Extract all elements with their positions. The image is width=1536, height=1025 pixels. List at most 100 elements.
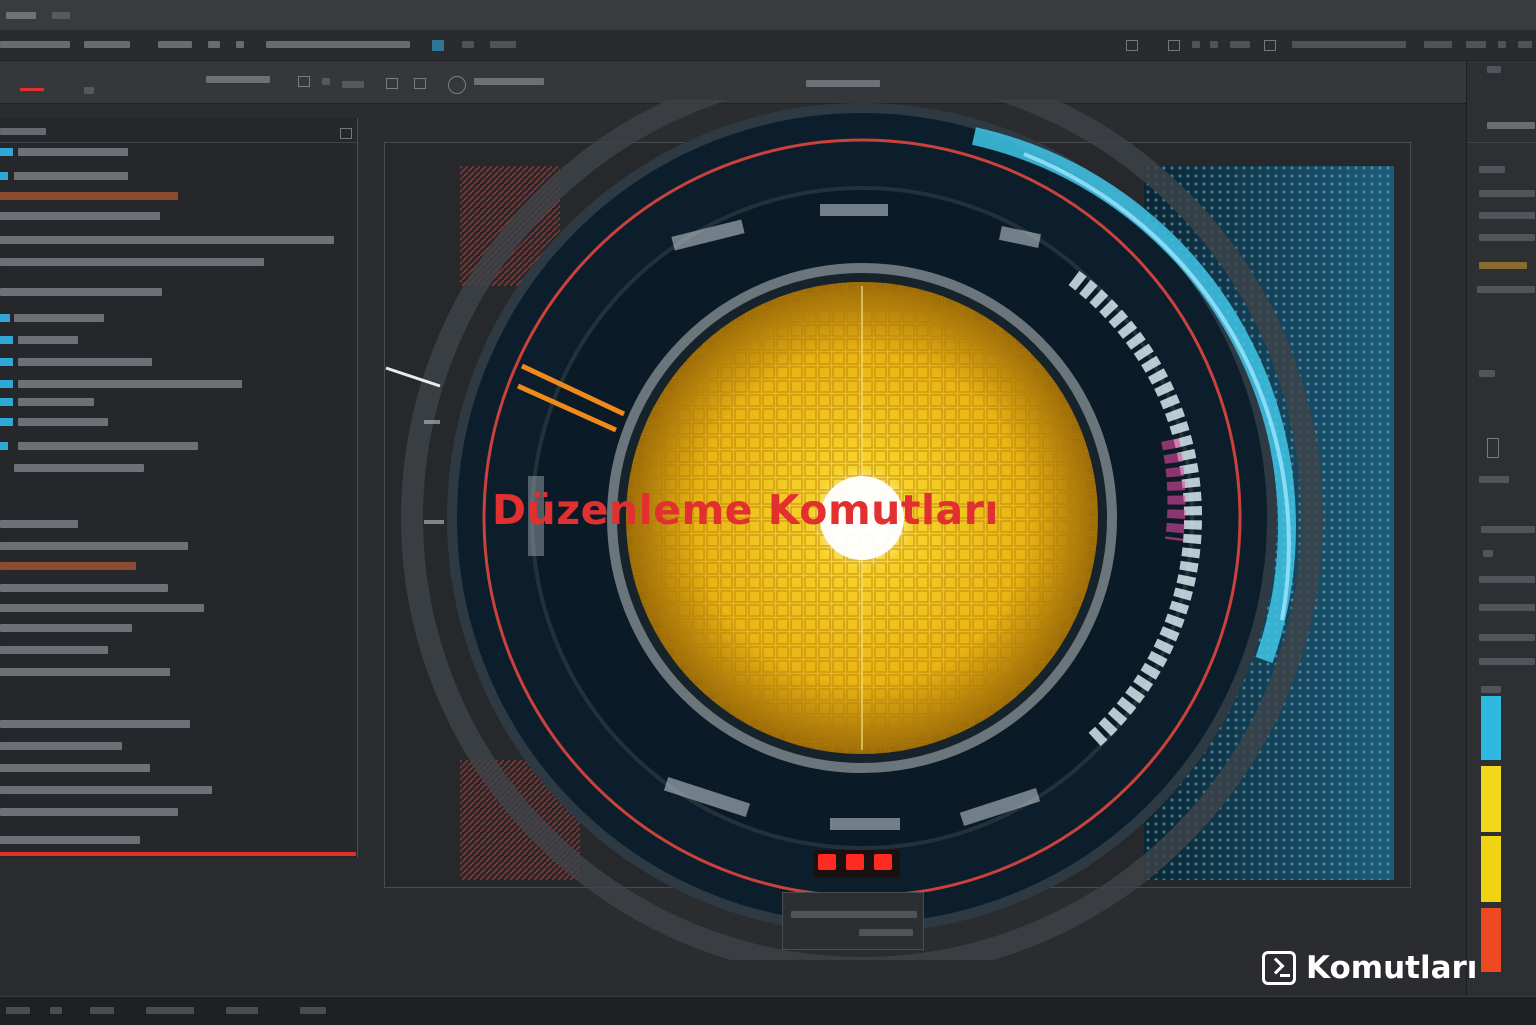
list-item[interactable] (0, 258, 357, 266)
list-item[interactable] (0, 720, 357, 728)
property-row[interactable] (1479, 604, 1535, 611)
list-item[interactable] (0, 742, 357, 750)
snap-icon[interactable] (414, 78, 426, 89)
list-item[interactable] (0, 604, 357, 612)
rotate-icon[interactable] (342, 81, 364, 88)
brand-text: Komutları (1306, 950, 1478, 986)
panel-title (0, 128, 46, 135)
panel-pin-icon[interactable] (1487, 66, 1501, 73)
color-swatch-gold[interactable] (1481, 836, 1501, 902)
page-title: Düzenleme Komutları (492, 486, 999, 534)
title-menu-icon[interactable] (52, 12, 70, 19)
list-item[interactable] (0, 398, 357, 406)
menu-item-insert[interactable] (208, 41, 220, 48)
list-item[interactable] (0, 584, 357, 592)
property-row[interactable] (1479, 190, 1535, 197)
menu-item-tools[interactable] (266, 41, 410, 48)
list-item[interactable] (0, 442, 357, 450)
menu-record-icon[interactable] (432, 40, 444, 51)
minimize-icon[interactable] (1498, 41, 1506, 48)
color-swatch-cyan[interactable] (1481, 696, 1501, 760)
tool-icon[interactable] (1192, 41, 1200, 48)
viewport-caption (782, 892, 924, 950)
list-item[interactable] (0, 520, 357, 528)
title-bar (0, 0, 1536, 31)
status-item[interactable] (226, 1007, 258, 1014)
list-item[interactable] (0, 808, 357, 816)
property-row[interactable] (1479, 212, 1535, 219)
property-row-highlight[interactable] (1479, 262, 1527, 269)
active-tool-indicator (20, 88, 44, 91)
list-item[interactable] (0, 836, 357, 844)
properties-title (1487, 122, 1535, 129)
list-item[interactable] (0, 336, 357, 344)
scale-icon[interactable] (386, 78, 398, 89)
list-item[interactable] (0, 562, 357, 570)
ring-label (820, 204, 888, 216)
search-icon[interactable] (1466, 41, 1486, 48)
property-row[interactable] (1479, 658, 1535, 665)
workspace-selector[interactable] (1292, 41, 1406, 48)
status-bar (0, 996, 1536, 1025)
dropdown-icon[interactable] (84, 87, 94, 94)
status-item[interactable] (146, 1007, 194, 1014)
grid-icon[interactable] (1168, 40, 1180, 51)
panel-icon[interactable] (1264, 40, 1276, 51)
layout-icon[interactable] (1126, 40, 1138, 51)
list-item[interactable] (0, 314, 357, 322)
status-item[interactable] (90, 1007, 114, 1014)
list-item[interactable] (0, 786, 357, 794)
list-item[interactable] (0, 418, 357, 426)
menu-item-format[interactable] (236, 41, 244, 48)
menu-bar (0, 30, 1536, 61)
status-item[interactable] (6, 1007, 30, 1014)
list-item[interactable] (0, 764, 357, 772)
property-row[interactable] (1479, 576, 1535, 583)
property-row[interactable] (1479, 234, 1535, 241)
list-item[interactable] (0, 624, 357, 632)
help-icon[interactable] (1424, 41, 1452, 48)
list-item[interactable] (0, 212, 357, 220)
status-item[interactable] (300, 1007, 326, 1014)
property-row[interactable] (1479, 476, 1509, 483)
select-icon[interactable] (298, 76, 310, 87)
toolbar (0, 61, 1536, 104)
list-item[interactable] (0, 288, 357, 296)
app-title (6, 12, 36, 19)
menu-item-help[interactable] (490, 41, 516, 48)
property-row[interactable] (1479, 370, 1495, 377)
tool-group[interactable] (206, 76, 270, 83)
panel-options-icon[interactable] (340, 128, 352, 139)
list-item[interactable] (0, 542, 357, 550)
property-row[interactable] (1479, 634, 1535, 641)
timeline-progress[interactable] (0, 852, 356, 856)
list-item[interactable] (0, 668, 357, 676)
property-row[interactable] (1481, 526, 1535, 533)
properties-panel (1466, 62, 1536, 996)
render-mode-selector[interactable] (474, 78, 544, 85)
menu-item-view[interactable] (158, 41, 192, 48)
status-item[interactable] (50, 1007, 62, 1014)
property-row[interactable] (1477, 286, 1535, 293)
list-item[interactable] (0, 192, 357, 200)
list-item[interactable] (0, 464, 357, 472)
render-icon[interactable] (448, 76, 466, 94)
list-item[interactable] (0, 646, 357, 654)
close-icon[interactable] (1518, 41, 1532, 48)
list-item[interactable] (0, 236, 357, 244)
list-item[interactable] (0, 380, 357, 388)
menu-item-window[interactable] (462, 41, 474, 48)
color-swatch-yellow[interactable] (1481, 766, 1501, 832)
move-icon[interactable] (322, 78, 330, 85)
property-row[interactable] (1483, 550, 1493, 557)
property-row[interactable] (1479, 166, 1505, 173)
tool-icon-3[interactable] (1230, 41, 1250, 48)
menu-item-edit[interactable] (84, 41, 130, 48)
tool-icon-2[interactable] (1210, 41, 1218, 48)
menu-item-file[interactable] (0, 41, 70, 48)
list-item[interactable] (0, 358, 357, 366)
scroll-handle[interactable] (1487, 438, 1499, 458)
list-item[interactable] (0, 172, 357, 180)
list-item[interactable] (0, 148, 357, 156)
terminal-icon (1262, 951, 1296, 985)
